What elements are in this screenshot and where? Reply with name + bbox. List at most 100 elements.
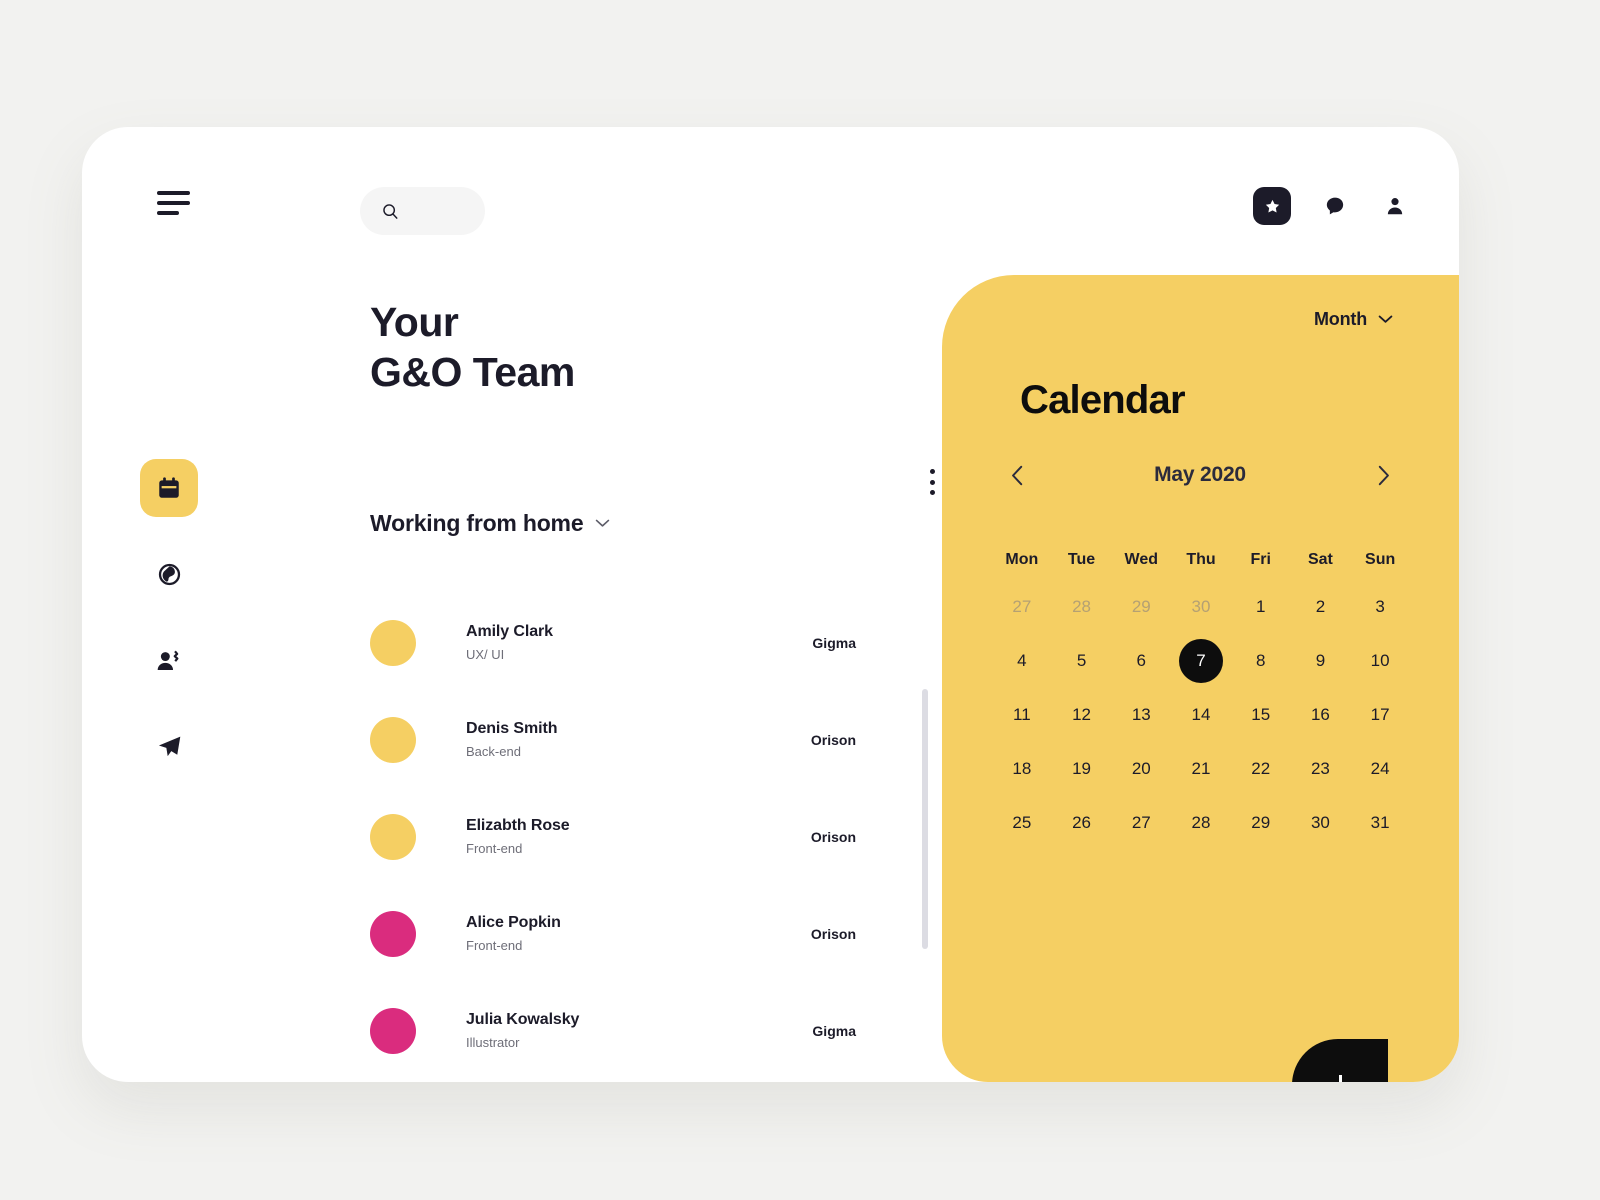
calendar-grid: Mon Tue Wed Thu Fri Sat Sun 27 28 29 30 1 2 3 4 5 6 7 8 9 1…	[992, 540, 1410, 850]
calendar-day-cell[interactable]: 26	[1052, 796, 1112, 850]
calendar-view-label: Month	[1314, 309, 1367, 329]
member-project: Gigma	[812, 634, 856, 651]
search-input[interactable]	[405, 203, 465, 219]
filter-label: Working from home	[370, 510, 584, 537]
member-project: Orison	[810, 828, 856, 845]
avatar	[370, 716, 416, 763]
chevron-down-icon	[596, 519, 610, 527]
calendar-day-cell[interactable]: 27	[1111, 796, 1171, 850]
calendar-day-cell[interactable]: 22	[1231, 742, 1291, 796]
sidebar-item-team[interactable]	[140, 631, 198, 689]
sidebar-item-send[interactable]	[140, 717, 198, 775]
avatar	[370, 813, 416, 860]
calendar-day-cell[interactable]: 30	[1171, 580, 1231, 634]
member-list-scrollbar[interactable]	[922, 689, 928, 950]
calendar-day-cell[interactable]: 19	[1052, 742, 1112, 796]
scrollbar-thumb[interactable]	[922, 689, 928, 950]
calendar-day-cell[interactable]: 14	[1171, 688, 1231, 742]
list-item[interactable]: Julia Kowalsky Illustrator Gigma	[370, 982, 930, 1079]
avatar	[370, 910, 416, 957]
calendar-day: 29	[1251, 813, 1271, 832]
calendar-day-cell[interactable]: 7	[1171, 634, 1231, 688]
avatar	[370, 1007, 416, 1054]
calendar-day-cell[interactable]: 25	[992, 796, 1052, 850]
profile-button[interactable]	[1379, 187, 1411, 225]
calendar-day-cell[interactable]: 24	[1350, 742, 1410, 796]
calendar-day: 22	[1251, 759, 1271, 778]
kebab-menu-icon[interactable]	[921, 465, 943, 499]
calendar-month-label: May 2020	[1154, 463, 1246, 486]
calendar-day-cell[interactable]: 21	[1171, 742, 1231, 796]
calendar-day-cell[interactable]: 29	[1111, 580, 1171, 634]
member-name: Alice Popkin	[466, 914, 561, 932]
sidebar-item-calendar[interactable]	[140, 459, 198, 517]
calendar-day-cell[interactable]: 29	[1231, 796, 1291, 850]
calendar-day-cell[interactable]: 31	[1350, 796, 1410, 850]
calendar-day-cell[interactable]: 10	[1350, 634, 1410, 688]
member-info: Elizabth Rose Front-end	[466, 817, 756, 856]
calendar-weeks: 27 28 29 30 1 2 3 4 5 6 7 8 9 10 11 12 13 14 15 16 17 18 19 20 2…	[992, 580, 1410, 850]
list-item[interactable]: Elizabth Rose Front-end Orison	[370, 788, 930, 885]
calendar-day-cell[interactable]: 18	[992, 742, 1052, 796]
chat-button[interactable]	[1319, 187, 1351, 225]
member-list: Amily Clark UX/ UI Gigma Denis Smith Back-en…	[370, 594, 930, 1079]
filter-dropdown[interactable]: Working from home	[370, 510, 610, 537]
calendar-day-cell[interactable]: 3	[1350, 580, 1410, 634]
calendar-day: 11	[1013, 705, 1031, 724]
list-item[interactable]: Denis Smith Back-end Orison	[370, 691, 930, 788]
calendar-day-cell[interactable]: 15	[1231, 688, 1291, 742]
calendar-month-nav: May 2020	[1000, 458, 1400, 492]
calendar-panel: Month Calendar May 2020 Mon Tue Wed Thu …	[942, 275, 1459, 1082]
calendar-day: 30	[1310, 813, 1330, 832]
member-role: Back-end	[466, 744, 521, 760]
star-badge-button[interactable]	[1253, 187, 1291, 225]
calendar-day-cell[interactable]: 6	[1111, 634, 1171, 688]
calendar-day-cell[interactable]: 12	[1052, 688, 1112, 742]
calendar-day-header: Wed	[1124, 551, 1159, 568]
person-icon	[1387, 198, 1403, 215]
calendar-day-cell[interactable]: 27	[992, 580, 1052, 634]
calendar-day-header: Sat	[1307, 551, 1333, 568]
calendar-day-cell[interactable]: 13	[1111, 688, 1171, 742]
calendar-day-cell[interactable]: 30	[1291, 796, 1351, 850]
calendar-day-cell[interactable]: 28	[1171, 796, 1231, 850]
calendar-day: 3	[1375, 597, 1385, 616]
calendar-day-cell[interactable]: 17	[1350, 688, 1410, 742]
calendar-view-dropdown[interactable]: Month	[1314, 309, 1393, 330]
member-role: Front-end	[466, 938, 523, 954]
hamburger-icon[interactable]	[157, 191, 190, 215]
search-bar[interactable]	[360, 187, 485, 235]
calendar-day: 8	[1255, 651, 1266, 670]
calendar-day-cell[interactable]: 23	[1291, 742, 1351, 796]
sidebar-item-globe[interactable]	[140, 545, 198, 603]
calendar-day-cell[interactable]: 8	[1231, 634, 1291, 688]
calendar-day-cell[interactable]: 11	[992, 688, 1052, 742]
calendar-day-cell[interactable]: 28	[1052, 580, 1112, 634]
calendar-day-cell[interactable]: 16	[1291, 688, 1351, 742]
calendar-day-cell[interactable]: 20	[1111, 742, 1171, 796]
sidebar-rail	[138, 459, 200, 775]
calendar-week-row: 25 26 27 28 29 30 31	[992, 796, 1410, 850]
calendar-day-cell[interactable]: 2	[1291, 580, 1351, 634]
calendar-next-button[interactable]	[1366, 458, 1400, 492]
list-item[interactable]: Amily Clark UX/ UI Gigma	[370, 594, 930, 691]
calendar-day-cell[interactable]: 1	[1231, 580, 1291, 634]
page-title-line-2: G&O Team	[370, 349, 575, 396]
globe-icon	[158, 563, 180, 585]
list-item[interactable]: Alice Popkin Front-end Orison	[370, 885, 930, 982]
chevron-left-icon	[1011, 465, 1022, 485]
calendar-prev-button[interactable]	[1000, 458, 1034, 492]
kebab-dot	[929, 469, 935, 474]
calendar-day: 6	[1136, 651, 1147, 670]
member-name: Elizabth Rose	[466, 817, 570, 835]
calendar-week-row: 11 12 13 14 15 16 17	[992, 688, 1410, 742]
calendar-day-cell[interactable]: 5	[1052, 634, 1112, 688]
calendar-day-header: Mon	[1005, 551, 1039, 568]
calendar-day-cell[interactable]: 9	[1291, 634, 1351, 688]
chat-bubble-icon	[1326, 197, 1344, 215]
calendar-icon	[159, 477, 179, 498]
calendar-day-cell[interactable]: 4	[992, 634, 1052, 688]
chevron-right-icon	[1378, 465, 1389, 485]
member-role: UX/ UI	[466, 647, 505, 663]
add-event-button[interactable]	[1292, 1039, 1388, 1082]
